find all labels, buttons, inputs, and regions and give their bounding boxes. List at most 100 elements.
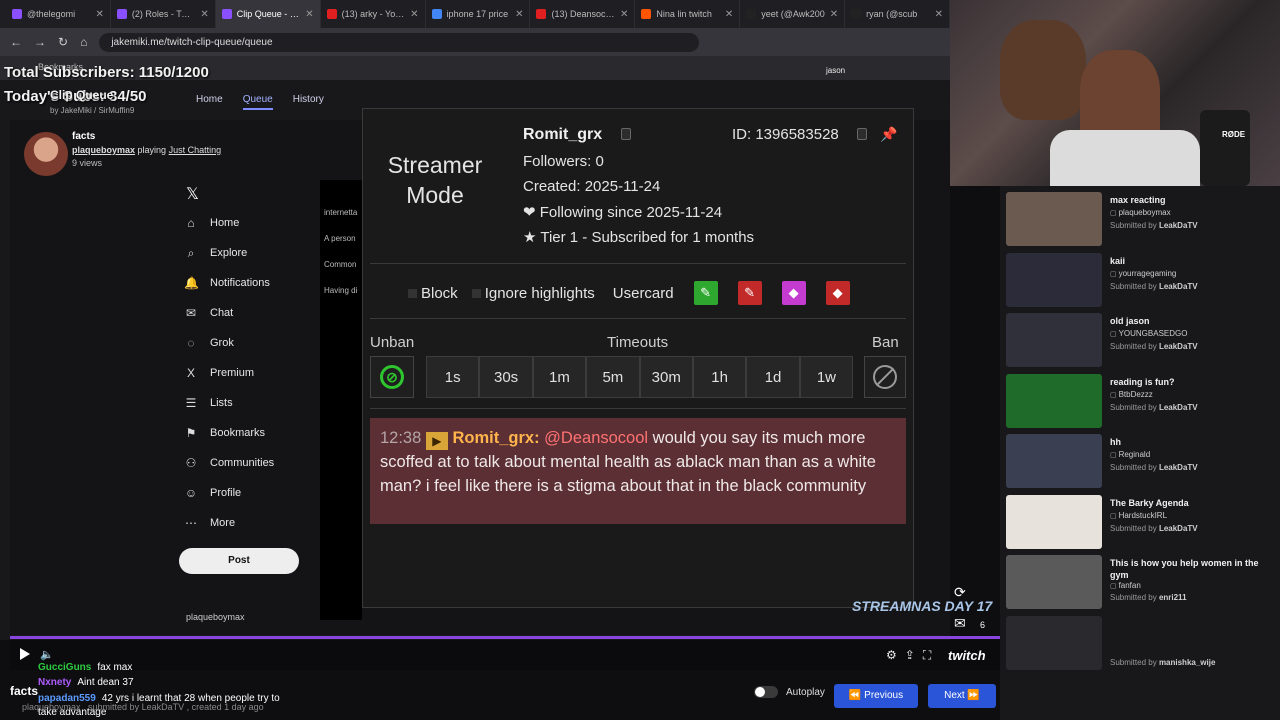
nav-link-queue[interactable]: Queue <box>242 94 273 110</box>
vip-red-gem-button[interactable]: ◆ <box>825 281 850 305</box>
sub-badge-icon: ▶ <box>425 432 448 450</box>
clip-channel[interactable]: plaqueboymax <box>72 145 135 155</box>
ignore-toggle[interactable]: Ignore highlights <box>471 285 595 302</box>
reload-icon[interactable]: ↻ <box>58 35 68 49</box>
twitch-logo[interactable]: twitch <box>948 648 986 663</box>
timeout-30m-button[interactable]: 30m <box>639 356 693 398</box>
grok-icon: ◌ <box>187 336 195 350</box>
copy-name-icon[interactable] <box>620 128 631 140</box>
usercard-id-text: ID: 1396583528 <box>732 126 839 143</box>
browser-tab[interactable]: (2) Roles - Twitch ✕ <box>111 0 216 28</box>
nav-link-home[interactable]: Home <box>196 94 223 110</box>
tab-close-icon[interactable]: ✕ <box>830 9 838 20</box>
copy-id-icon[interactable] <box>856 128 867 140</box>
mail-icon[interactable]: ✉ <box>954 615 976 632</box>
x-nav-notifications[interactable]: 🔔 Notifications <box>170 268 320 298</box>
unban-button[interactable]: ⊘ <box>370 356 414 398</box>
usercard-username-text[interactable]: Romit_grx <box>523 126 602 143</box>
clip-game[interactable]: Just Chatting <box>169 145 222 155</box>
x-post-button[interactable]: Post <box>179 548 299 574</box>
browser-tab[interactable]: @thelegomi ✕ <box>6 0 111 28</box>
progress-bar[interactable] <box>10 636 1000 639</box>
block-toggle[interactable]: Block <box>408 285 458 302</box>
x-nav-explore[interactable]: ⌕ Explore <box>170 238 320 268</box>
share-icon[interactable]: ⇪ <box>905 648 923 662</box>
x-nav-label: More <box>210 517 236 529</box>
tab-close-icon[interactable]: ✕ <box>620 9 628 20</box>
mod-red-button[interactable]: ✎ <box>737 281 762 305</box>
timeout-5m-button[interactable]: 5m <box>586 356 640 398</box>
usercard-link[interactable]: Usercard <box>613 285 674 302</box>
timeout-1d-button[interactable]: 1d <box>746 356 800 398</box>
x-nav-lists[interactable]: ☰ Lists <box>170 388 320 418</box>
ban-button[interactable] <box>864 356 906 398</box>
tab-close-icon[interactable]: ✕ <box>935 9 943 20</box>
next-button[interactable]: Next ⏩ <box>928 684 996 708</box>
message-author[interactable]: Romit_grx: <box>452 429 539 447</box>
browser-tab[interactable]: yeet (@Awk200 ✕ <box>740 0 846 28</box>
queue-item[interactable]: Submitted by manishka_wije <box>1006 615 1274 672</box>
block-checkbox[interactable] <box>408 289 417 299</box>
queue-item[interactable]: This is how you help women in the gymfan… <box>1006 555 1274 611</box>
tab-favicon-icon <box>746 9 757 19</box>
timeout-1h-button[interactable]: 1h <box>692 356 747 398</box>
x-nav-communities[interactable]: ⚇ Communities <box>170 448 320 478</box>
back-icon[interactable]: ← <box>10 35 22 49</box>
tab-close-icon[interactable]: ✕ <box>410 9 418 20</box>
browser-tab[interactable]: (13) arky - YouTube ✕ <box>321 0 426 28</box>
x-nav-more[interactable]: ⋯ More <box>170 508 320 538</box>
tab-favicon-icon <box>431 9 442 19</box>
pin-icon[interactable]: 📌 <box>880 126 897 143</box>
x-nav-chat[interactable]: ✉ Chat <box>170 298 320 328</box>
divider <box>370 318 906 319</box>
browser-tab[interactable]: (13) Deansocool ✕ <box>530 0 636 28</box>
queue-item[interactable]: kaii yourragegaming Submitted by LeakDaTV <box>1006 252 1274 309</box>
mod-green-button[interactable]: ✎ <box>693 281 718 305</box>
settings-icon[interactable]: ⚙ <box>886 648 905 662</box>
autoplay-toggle[interactable]: Autoplay <box>754 686 825 698</box>
nav-link-history[interactable]: History <box>293 94 324 110</box>
tab-close-icon[interactable]: ✕ <box>200 9 208 20</box>
x-logo-icon[interactable]: 𝕏 <box>186 184 199 204</box>
fullscreen-icon[interactable]: ⛶ <box>923 648 939 662</box>
ignore-checkbox[interactable] <box>471 289 481 299</box>
timeout-1w-button[interactable]: 1w <box>799 356 854 398</box>
home-icon[interactable]: ⌂ <box>80 35 87 49</box>
queue-item[interactable]: reading is fun? BtbDezzz Submitted by Leak… <box>1006 373 1274 430</box>
tab-close-icon[interactable]: ✕ <box>96 9 104 20</box>
tab-close-icon[interactable]: ✕ <box>725 9 733 20</box>
browser-tab[interactable]: Clip Queue - Cli ✕ <box>215 0 321 28</box>
tab-close-icon[interactable]: ✕ <box>305 9 313 20</box>
refresh-icon[interactable]: ⟳ <box>954 584 976 601</box>
volume-icon[interactable]: 🔈 <box>40 648 54 661</box>
timeout-1m-button[interactable]: 1m <box>532 356 587 398</box>
queue-item[interactable]: The Barky Agenda HardstuckIRL Submitted by… <box>1006 494 1274 551</box>
play-icon[interactable] <box>20 648 30 660</box>
queue-item[interactable]: hh Reginald Submitted by LeakDaTV <box>1006 434 1274 490</box>
vip-gem-button[interactable]: ◆ <box>781 281 806 305</box>
previous-label: Previous <box>864 690 904 701</box>
browser-tab[interactable]: Nina lin twitch ✕ <box>635 0 741 28</box>
previous-button[interactable]: ⏪ Previous <box>834 684 918 708</box>
x-nav-grok[interactable]: ◌ Grok <box>170 328 320 358</box>
forward-icon[interactable]: → <box>34 35 46 49</box>
tab-close-icon[interactable]: ✕ <box>515 9 523 20</box>
browser-tab[interactable]: ryan (@scub ✕ <box>845 0 951 28</box>
message-mention[interactable]: @Deansocool <box>544 429 648 447</box>
x-nav-bookmarks[interactable]: ⚑ Bookmarks <box>170 418 320 448</box>
timeout-30s-button[interactable]: 30s <box>479 356 533 398</box>
browser-tab[interactable]: iphone 17 price ✕ <box>426 0 531 28</box>
overlay-chat-line: GucciGuns fax max <box>38 662 132 673</box>
timeout-1s-button[interactable]: 1s <box>426 356 480 398</box>
player-controls <box>10 640 1000 670</box>
queue-item-channel: Reginald <box>1110 450 1151 459</box>
x-nav-profile[interactable]: ☺ Profile <box>170 478 320 508</box>
autoplay-switch[interactable] <box>754 686 778 698</box>
url-field[interactable]: jakemiki.me/twitch-clip-queue/queue <box>99 32 700 52</box>
queue-item-submitter: Submitted by LeakDaTV <box>1110 524 1198 533</box>
queue-item[interactable]: max reacting plaqueboymax Submitted by Lea… <box>1006 192 1274 248</box>
x-nav-home[interactable]: ⌂ Home <box>170 208 320 238</box>
queue-thumbnail <box>1006 555 1102 609</box>
x-nav-premium[interactable]: X Premium <box>170 358 320 388</box>
queue-item[interactable]: old jason YOUNGBASEDGO Submitted by LeakDa… <box>1006 313 1274 369</box>
